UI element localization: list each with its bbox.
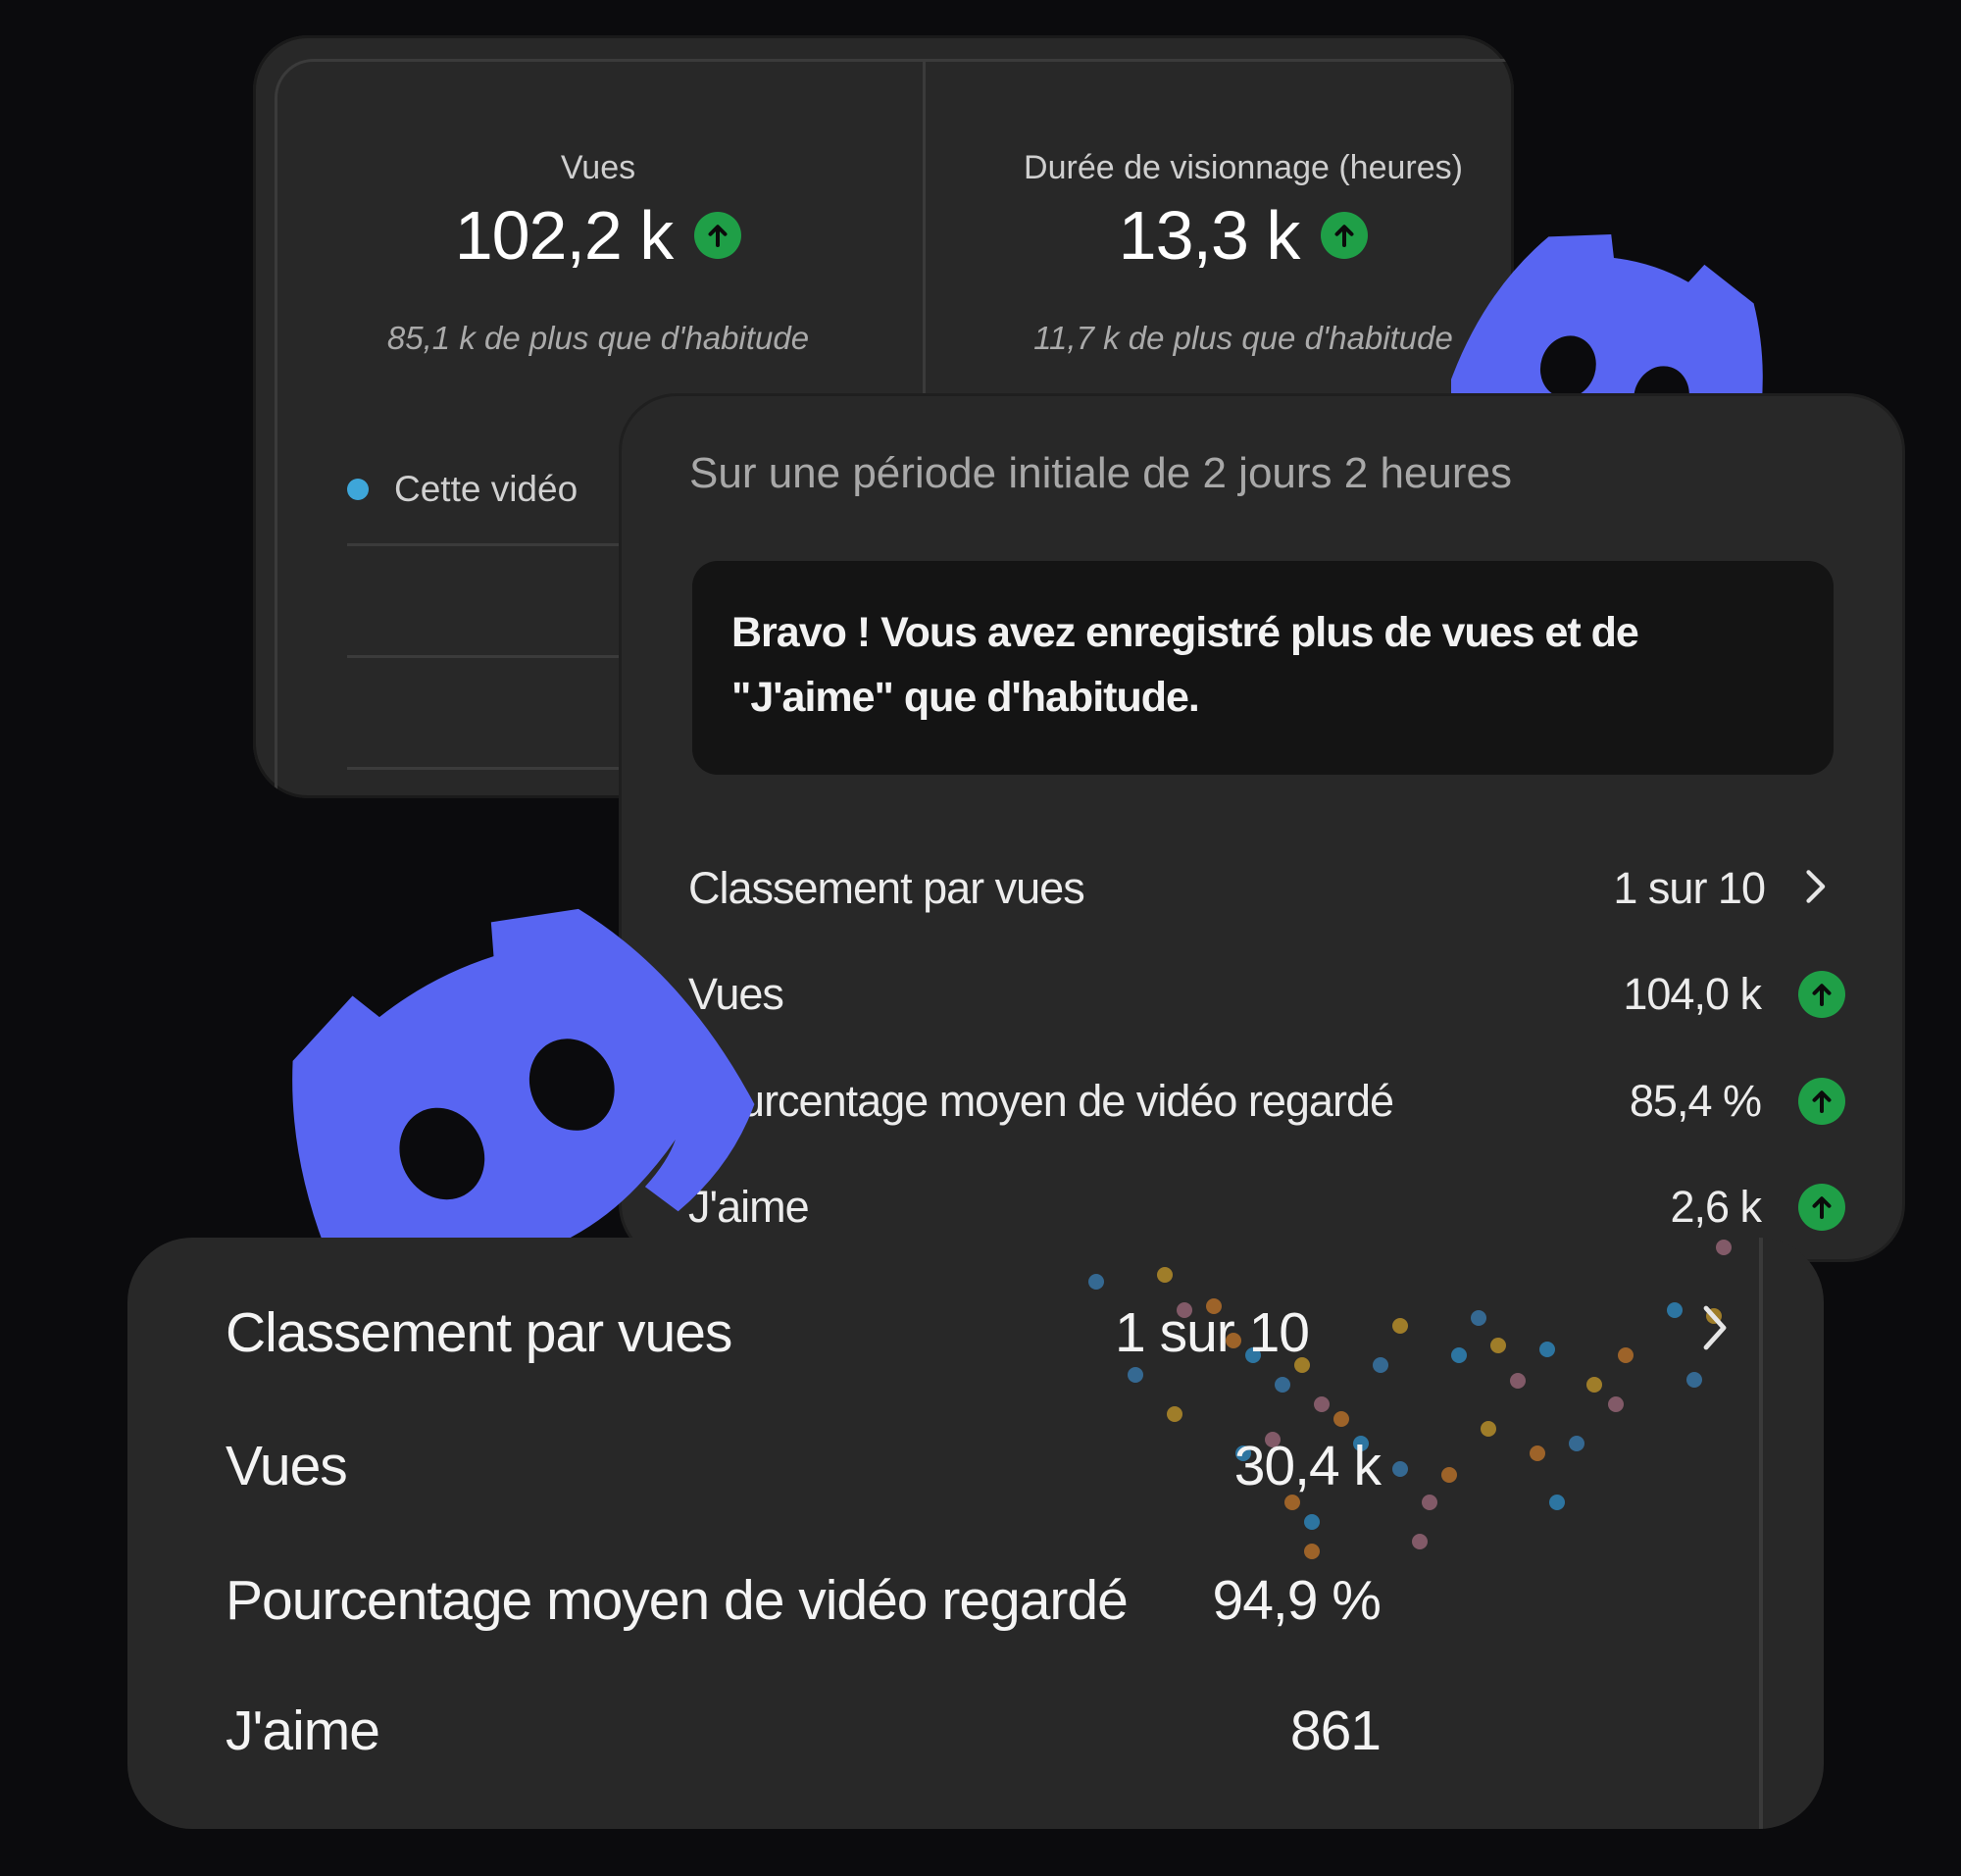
confetti-dot [1167, 1406, 1182, 1422]
congrats-banner: Bravo ! Vous avez enregistré plus de vue… [692, 561, 1834, 775]
stat-label: Pourcentage moyen de vidéo regardé [688, 1076, 1394, 1126]
metric-label: Vues [560, 149, 636, 186]
confetti-dot [1275, 1377, 1290, 1393]
rank-label: Classement par vues [226, 1301, 732, 1364]
trend-up-icon [1798, 1078, 1845, 1125]
confetti-dot [1586, 1377, 1602, 1393]
stat-value: 104,0 k [1623, 969, 1762, 1019]
rank-value: 1 sur 10 [1115, 1301, 1310, 1364]
period-label: Sur une période initiale de 2 jours 2 he… [689, 449, 1512, 497]
stat-label: Pourcentage moyen de vidéo regardé [226, 1569, 1129, 1632]
stat-row-views: Vues 30,4 k [226, 1434, 1785, 1512]
confetti-dot [1157, 1267, 1173, 1283]
metric-value: 13,3 k [1118, 197, 1301, 274]
confetti-dot [1304, 1514, 1320, 1530]
comparison-summary-card: Classement par vues 1 sur 10 Vues 30,4 k… [127, 1238, 1824, 1829]
legend-this-video: Cette vidéo [347, 469, 578, 510]
stat-value: 30,4 k [1233, 1435, 1382, 1497]
trend-up-icon [1798, 971, 1845, 1018]
stat-row-likes: J'aime 861 [226, 1699, 1785, 1777]
rank-value: 1 sur 10 [1613, 863, 1766, 913]
trend-up-icon [1321, 212, 1369, 259]
stat-label: J'aime [688, 1182, 810, 1232]
metric-value: 102,2 k [454, 197, 675, 274]
trend-up-icon [694, 212, 742, 259]
legend-label: Cette vidéo [394, 469, 578, 509]
stat-value: 94,9 % [1212, 1569, 1382, 1632]
stat-label: Vues [688, 969, 784, 1019]
metric-views[interactable]: Vues 102,2 k 85,1 k de plus que d'habitu… [275, 59, 922, 412]
stat-label: J'aime [226, 1699, 380, 1762]
rank-label: Classement par vues [688, 863, 1085, 913]
stat-value: 2,6 k [1670, 1182, 1762, 1232]
metric-watch-time[interactable]: Durée de visionnage (heures) 13,3 k 11,7… [925, 59, 1514, 412]
metric-delta: 85,1 k de plus que d'habitude [386, 320, 810, 356]
congrats-message: Bravo ! Vous avez enregistré plus de vue… [731, 609, 1639, 721]
rank-row[interactable]: Classement par vues 1 sur 10 [688, 859, 1845, 918]
confetti-dot [1088, 1274, 1104, 1290]
legend-dot [347, 479, 369, 500]
confetti-dot [1412, 1534, 1428, 1549]
rank-row[interactable]: Classement par vues 1 sur 10 [226, 1300, 1785, 1379]
first-period-summary-card: Sur une période initiale de 2 jours 2 he… [622, 396, 1902, 1259]
stat-row-avg-percentage: Pourcentage moyen de vidéo regardé 85,4 … [688, 1072, 1845, 1131]
stat-label: Vues [226, 1435, 348, 1497]
confetti-dot [1716, 1240, 1732, 1255]
confetti-dot [1304, 1544, 1320, 1559]
metric-delta: 11,7 k de plus que d'habitude [1033, 320, 1453, 356]
confetti-dot [1608, 1396, 1624, 1412]
stat-value: 85,4 % [1629, 1076, 1762, 1126]
chevron-right-icon[interactable] [1802, 867, 1828, 911]
metric-label: Durée de visionnage (heures) [1024, 149, 1463, 186]
confetti-dot [1314, 1396, 1330, 1412]
confetti-dot [1333, 1411, 1349, 1427]
stat-row-likes: J'aime 2,6 k [688, 1178, 1845, 1237]
stat-row-views: Vues 104,0 k [688, 965, 1845, 1024]
chevron-right-icon[interactable] [1698, 1302, 1730, 1358]
trend-up-icon [1798, 1184, 1845, 1231]
stat-row-avg-percentage: Pourcentage moyen de vidéo regardé 94,9 … [226, 1568, 1785, 1647]
stat-value: 861 [1289, 1699, 1382, 1762]
